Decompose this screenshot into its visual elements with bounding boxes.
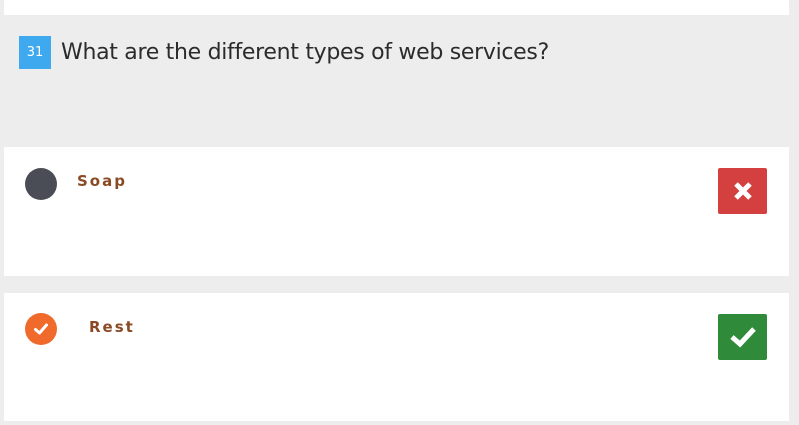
option-soap[interactable]: Soap	[4, 147, 789, 276]
correct-mark	[718, 314, 767, 360]
question-text: What are the different types of web serv…	[61, 40, 549, 65]
check-mark-icon	[729, 327, 756, 348]
incorrect-mark	[718, 168, 767, 214]
radio-unselected-icon[interactable]	[25, 168, 57, 200]
option-label: Soap	[77, 172, 127, 190]
x-mark-icon	[733, 182, 752, 200]
question-header: 31 What are the different types of web s…	[19, 36, 549, 69]
option-rest[interactable]: Rest	[4, 293, 789, 421]
previous-question-card	[4, 0, 789, 15]
question-number-badge: 31	[19, 36, 51, 69]
radio-selected-check-icon[interactable]	[25, 313, 57, 345]
option-label: Rest	[89, 318, 135, 336]
